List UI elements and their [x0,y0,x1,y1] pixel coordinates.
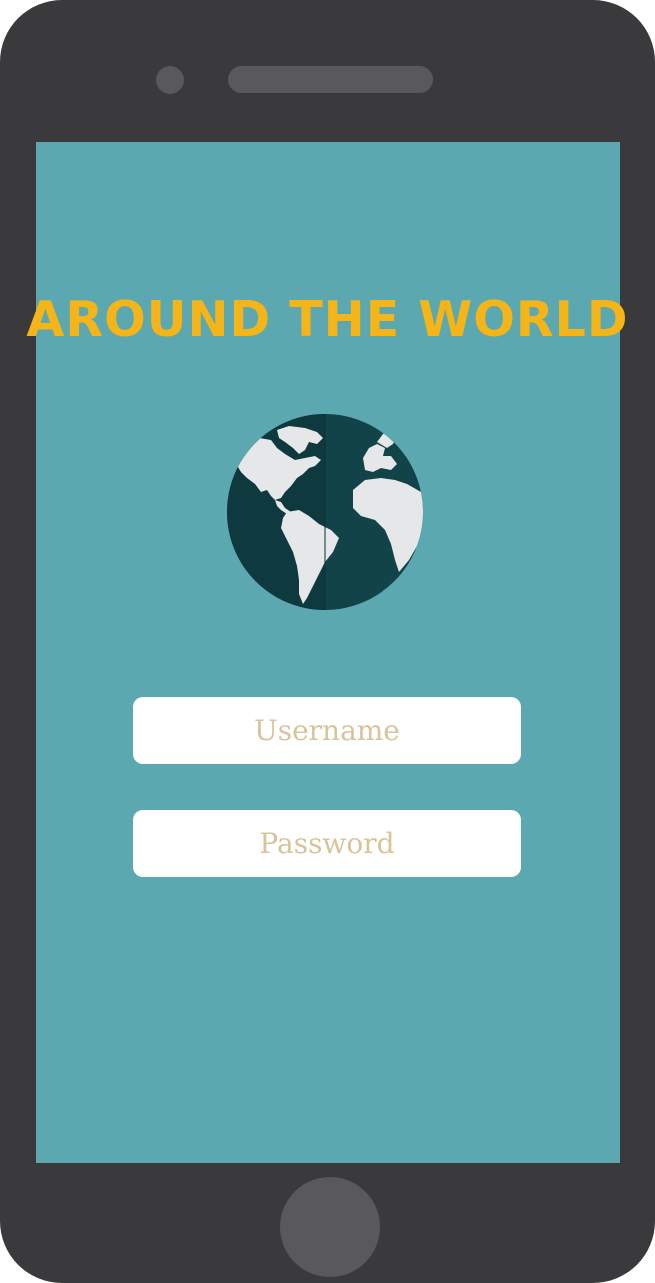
globe-icon [227,414,423,610]
password-input[interactable] [133,810,521,877]
speaker-grille [228,66,433,93]
home-button[interactable] [280,1177,380,1277]
username-input[interactable] [133,697,521,764]
front-camera-icon [156,66,184,94]
phone-frame: AROUND THE WORLD [0,0,655,1283]
app-title: AROUND THE WORLD [26,291,629,348]
